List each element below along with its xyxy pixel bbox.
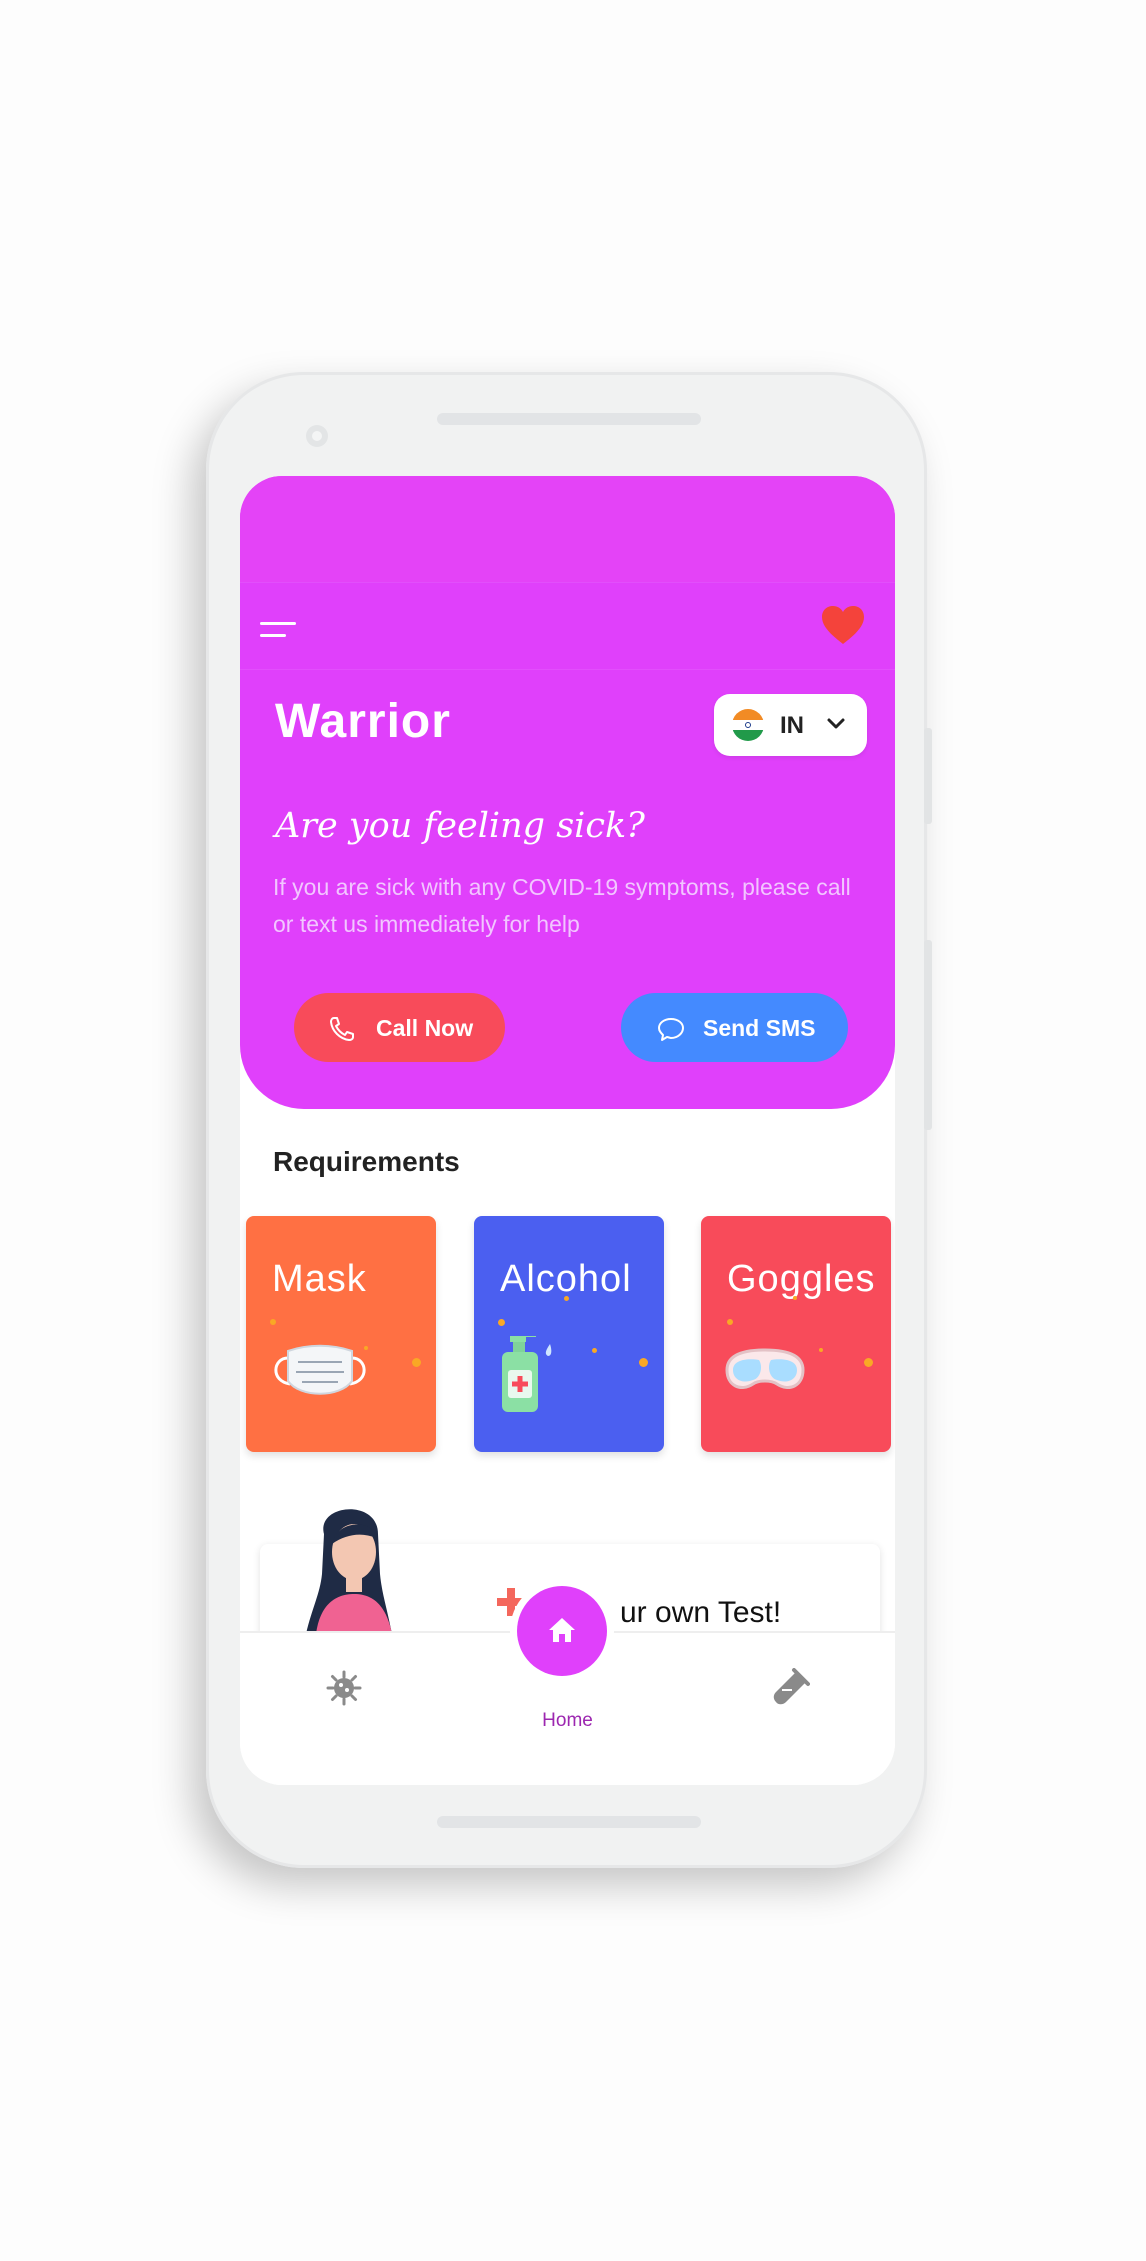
home-button[interactable] [517,1586,607,1676]
goggles-icon [725,1348,805,1389]
card-label: Goggles [727,1258,876,1300]
heart-icon[interactable] [820,604,866,646]
virus-icon[interactable] [324,1668,364,1708]
status-bar [240,476,895,582]
requirements-title: Requirements [273,1146,460,1177]
phone-bottom-bar [437,1816,701,1828]
home-label: Home [542,1710,593,1731]
volume-button [924,728,932,824]
front-camera [306,425,328,447]
bottom-navigation: Home [240,1579,895,1785]
mask-icon [274,1344,366,1395]
requirement-card-mask[interactable]: Mask [246,1216,436,1452]
power-button [924,940,932,1130]
app-title: Warrior [275,695,451,748]
sick-heading: Are you feeling sick? [275,806,645,846]
hero-panel: Warrior IN Are you feeling sick? If you … [240,476,895,1109]
chevron-down-icon [827,718,845,729]
phone-speaker [437,413,701,425]
menu-icon[interactable] [260,617,300,643]
requirement-card-alcohol[interactable]: Alcohol [474,1216,664,1452]
home-icon [549,1618,575,1642]
send-sms-label: Send SMS [703,1015,816,1041]
phone-icon [330,1017,354,1041]
sanitizer-icon [502,1336,552,1412]
requirement-card-goggles[interactable]: Goggles [701,1216,891,1452]
test-tube-icon[interactable] [770,1668,810,1708]
app-screen: Warrior IN Are you feeling sick? If you … [240,476,895,1785]
woman-illustration [306,1509,392,1634]
country-code: IN [780,712,804,739]
chat-bubble-icon [658,1018,684,1041]
card-label: Mask [272,1258,367,1300]
sick-description: If you are sick with any COVID-19 sympto… [273,874,851,937]
india-flag-icon [732,709,764,741]
send-sms-button[interactable]: Send SMS [621,993,848,1062]
call-now-label: Call Now [376,1015,474,1041]
own-test-label: ur own Test! [620,1596,782,1629]
country-selector[interactable]: IN [714,694,867,756]
call-now-button[interactable]: Call Now [294,993,505,1062]
card-label: Alcohol [500,1258,632,1300]
